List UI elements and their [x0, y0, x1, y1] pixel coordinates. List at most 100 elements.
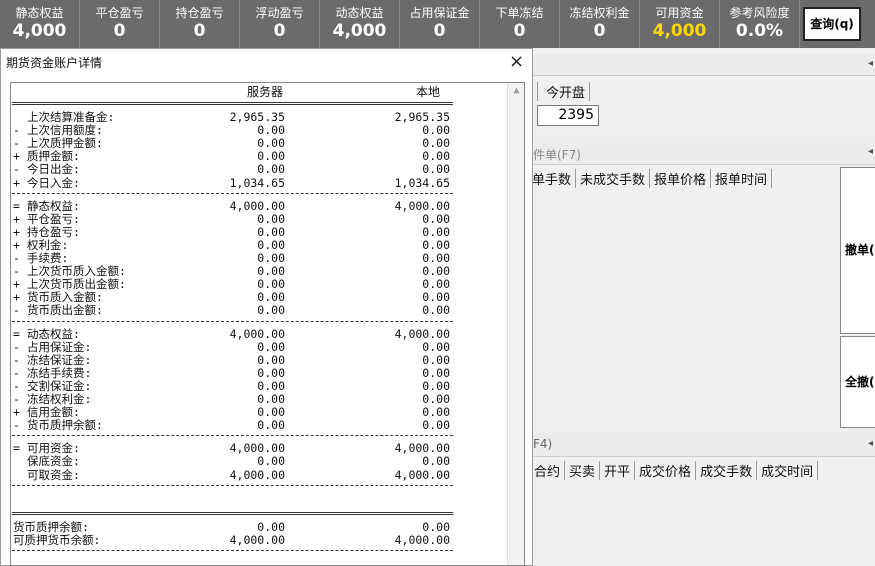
metric-label: 动态权益: [335, 6, 384, 20]
account-row: + 信用金额: 0.00 0.00: [11, 406, 471, 419]
row-label: 权利金:: [27, 237, 69, 252]
row-label: 信用金额:: [27, 405, 80, 420]
order-column-1[interactable]: 未成交手数: [576, 169, 651, 188]
metric-1: 平仓盈亏 0: [80, 0, 160, 48]
metric-label: 浮动盈亏: [255, 6, 304, 20]
account-row: + 持仓盈亏: 0.00 0.00: [11, 224, 471, 239]
row-sign: +: [13, 149, 20, 164]
metric-label: 平仓盈亏: [95, 6, 144, 20]
row-sign: -: [13, 136, 20, 151]
metric-3: 浮动盈亏 0: [240, 0, 320, 48]
metric-label: 可用资金: [655, 6, 704, 20]
dashed-separator: [12, 549, 453, 551]
row-sign: =: [13, 198, 20, 213]
cancel-all-button[interactable]: 全撤(: [840, 336, 875, 428]
local-value: 0.00: [422, 123, 450, 138]
row-sign: =: [13, 441, 20, 456]
server-value: 0.00: [257, 224, 285, 239]
order-column-3[interactable]: 报单时间: [711, 169, 773, 188]
row-label: 冻结保证金:: [27, 352, 92, 367]
local-value: 4,000.00: [394, 198, 450, 213]
row-sign: +: [13, 211, 20, 226]
account-row: - 货币质押余额: 0.00 0.00: [11, 419, 471, 432]
order-panel-header: 件单(F7) ◂: [533, 141, 875, 165]
server-value: 0.00: [257, 418, 285, 433]
metric-label: 参考风险度: [729, 6, 790, 20]
tab-conditional-orders[interactable]: 件单(F7): [533, 146, 581, 163]
server-value: 0.00: [257, 352, 285, 367]
row-label: 今日出金:: [27, 162, 80, 177]
metric-value: 0: [193, 21, 206, 41]
row-label: 今日入金:: [27, 175, 80, 190]
cancel-order-button[interactable]: 撤单(: [840, 167, 875, 334]
row-label: 可用资金:: [27, 441, 80, 456]
account-row: = 可用资金: 4,000.00 4,000.00: [11, 442, 471, 455]
trade-column-4[interactable]: 成交手数: [696, 461, 758, 480]
local-value: 0.00: [422, 303, 450, 318]
trade-column-1[interactable]: 买卖: [565, 461, 601, 480]
account-row: - 冻结保证金: 0.00 0.00: [11, 352, 471, 367]
account-details-dialog: 期货资金账户详情 × 服务器 本地 上次结算准备金: 2,965.35 2,965.…: [0, 48, 533, 566]
server-value: 0.00: [257, 339, 285, 354]
account-row: - 货币质出金额: 0.00 0.00: [11, 304, 471, 317]
panel-collapse-arrow-icon[interactable]: ◂: [868, 58, 873, 69]
row-label: 冻结手续费:: [27, 365, 92, 380]
row-sign: +: [13, 277, 20, 292]
trade-column-5[interactable]: 成交时间: [757, 461, 819, 480]
order-column-0[interactable]: 单手数: [528, 169, 577, 188]
local-value: 0.00: [422, 251, 450, 265]
account-row: + 平仓盈亏: 0.00 0.00: [11, 211, 471, 226]
tab-trades[interactable]: F4): [533, 437, 552, 451]
metric-label: 持仓盈亏: [175, 6, 224, 20]
vertical-scrollbar[interactable]: ▲: [507, 83, 524, 565]
double-separator: [12, 102, 453, 105]
account-row: + 今日入金: 1,034.65 1,034.65: [11, 175, 471, 190]
row-label: 占用保证金:: [27, 339, 92, 354]
dashed-separator: [12, 435, 453, 437]
row-label: 交割保证金:: [27, 378, 92, 393]
account-row: 货币质押余额: 0.00 0.00: [11, 520, 471, 534]
row-label: 冻结权利金:: [27, 392, 92, 406]
server-value: 4,000.00: [229, 441, 285, 456]
row-sign: -: [13, 378, 20, 393]
account-row: - 今日出金: 0.00 0.00: [11, 163, 471, 176]
position-panel-header: ◂: [533, 54, 875, 76]
metric-5: 占用保证金 0: [400, 0, 480, 48]
local-value: 0.00: [422, 392, 450, 406]
server-value: 1,034.65: [229, 175, 285, 190]
scroll-up-arrow-icon[interactable]: ▲: [508, 85, 524, 96]
local-value: 0.00: [422, 339, 450, 354]
local-column-header: 本地: [416, 85, 441, 99]
server-value: 0.00: [257, 211, 285, 226]
row-label: 质押金额:: [27, 149, 80, 164]
metric-value: 4,000: [652, 21, 707, 41]
metric-value: 4,000: [12, 21, 67, 41]
row-label: 上次结算准备金:: [27, 110, 115, 124]
server-value: 2,965.35: [229, 110, 285, 124]
server-value: 0.00: [257, 277, 285, 292]
row-label: 上次货币质入金额:: [27, 264, 126, 279]
metric-label: 静态权益: [15, 6, 64, 20]
trade-column-2[interactable]: 开平: [600, 461, 636, 480]
server-value: 0.00: [257, 264, 285, 279]
panel-collapse-arrow-icon[interactable]: ◂: [868, 146, 873, 157]
row-label: 保底资金:: [27, 454, 80, 469]
double-separator: [12, 511, 453, 515]
local-value: 0.00: [422, 378, 450, 393]
row-sign: +: [13, 290, 20, 305]
query-button[interactable]: 查询(q): [803, 7, 861, 41]
order-column-2[interactable]: 报单价格: [650, 169, 712, 188]
close-icon[interactable]: ×: [509, 51, 524, 72]
trade-column-0[interactable]: 合约: [530, 461, 566, 480]
row-sign: +: [13, 224, 20, 239]
account-row: - 交割保证金: 0.00 0.00: [11, 378, 471, 393]
metric-value: 0.0%: [735, 21, 784, 41]
row-label: 手续费:: [27, 251, 69, 265]
server-value: 4,000.00: [229, 326, 285, 341]
trade-column-3[interactable]: 成交价格: [635, 461, 697, 480]
row-sign: -: [13, 392, 20, 406]
account-row: 可取资金: 4,000.00 4,000.00: [11, 468, 471, 482]
metric-value: 0: [273, 21, 286, 41]
panel-collapse-arrow-icon[interactable]: ◂: [868, 438, 873, 449]
metric-value: 4,000: [332, 21, 387, 41]
